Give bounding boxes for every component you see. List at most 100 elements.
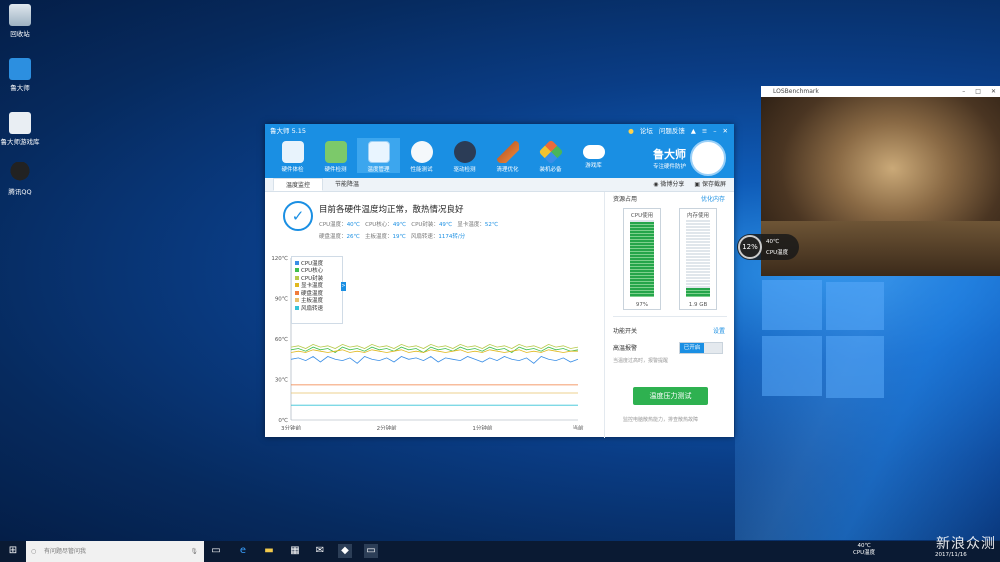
desktop-icon-label: 腾讯QQ [8, 188, 32, 196]
x-tick-label: 3分钟前 [281, 424, 301, 430]
cpu-usage-bar [630, 220, 654, 297]
memory-usage-fill [686, 287, 710, 297]
microphone-icon[interactable]: 🎙 [190, 541, 198, 562]
search-placeholder: 有问题尽管问我 [44, 548, 87, 555]
optimize-memory-link[interactable]: 优化内存 [701, 194, 725, 203]
gamepad-icon [582, 145, 605, 159]
forum-link[interactable]: 论坛 [640, 124, 653, 138]
x-tick-label: 1分钟前 [472, 424, 492, 430]
gamepad-icon [9, 112, 31, 134]
maximize-button[interactable]: □ [975, 86, 981, 97]
tool-hardware-detect[interactable]: 硬件检测 [314, 138, 357, 173]
series-line-0 [290, 356, 579, 364]
weibo-share-link[interactable]: ◉ 微博分享 [653, 178, 684, 191]
mail-icon[interactable]: ✉ [313, 544, 327, 558]
desktop-icon-ludashi-games[interactable]: 鲁大师游戏库 [0, 112, 40, 146]
task-view-icon[interactable]: ▭ [209, 544, 223, 558]
tool-game-library[interactable]: 游戏库 [572, 138, 615, 169]
status-value: 19℃ [392, 234, 406, 240]
high-temp-alarm-toggle[interactable]: 已开启 [679, 342, 723, 354]
tool-label: 清理优化 [496, 167, 519, 173]
speedometer-icon [410, 141, 433, 163]
tab-bar: 温度监控 节能降温 ◉ 微博分享 ▣ 保存截屏 [265, 178, 734, 192]
wallpaper-pane [826, 282, 884, 330]
settings-link[interactable]: 设置 [713, 326, 725, 335]
file-explorer-icon[interactable]: ▬ [262, 544, 276, 558]
legend-swatch [295, 290, 299, 295]
legend-swatch [295, 268, 299, 273]
tool-label: 温度管理 [367, 167, 390, 173]
status-value: 1174转/分 [438, 234, 466, 240]
memory-usage-label: 内存使用 [686, 213, 709, 219]
status-value: 49℃ [438, 222, 453, 228]
tool-cleanup[interactable]: 清理优化 [486, 138, 529, 173]
minimize-button[interactable]: – [713, 124, 716, 138]
store-icon[interactable]: ▦ [288, 544, 302, 558]
y-tick-label: 30℃ [275, 377, 288, 384]
status-title: 目前各硬件温度均正常，散热情况良好 [319, 205, 464, 215]
legend-swatch [295, 260, 299, 265]
tool-hardware-checkup[interactable]: 硬件体检 [271, 138, 314, 173]
close-button[interactable]: ✕ [723, 124, 728, 138]
tool-label: 驱动检测 [453, 167, 476, 173]
tray-cpu-temp[interactable]: 40℃ CPU温度 [853, 543, 875, 557]
desktop-icon-recycle-bin[interactable]: 回收站 [0, 4, 40, 38]
legend-item[interactable]: 风扇转速 [295, 304, 339, 312]
tray-label: CPU温度 [853, 550, 876, 556]
close-button[interactable]: ✕ [991, 86, 996, 97]
desktop-icon-qq[interactable]: 腾讯QQ [0, 162, 40, 196]
status-key: CPU温度： [319, 222, 347, 228]
y-tick-label: 0℃ [278, 417, 288, 424]
memory-usage-bar [686, 220, 710, 297]
camera-icon: ▣ [694, 181, 702, 188]
cpu-usage-fill [630, 222, 654, 297]
coin-icon[interactable]: ● [628, 124, 634, 138]
windows-start-icon[interactable]: ⊞ [6, 544, 20, 558]
mascot-avatar[interactable]: ☺ [690, 140, 726, 176]
tool-label: 硬件检测 [324, 167, 347, 173]
desktop-icon-ludashi[interactable]: 鲁大师 [0, 58, 40, 92]
ludashi-taskbar-icon[interactable]: ◆ [338, 544, 352, 558]
cortana-icon: ○ [31, 548, 37, 555]
minimize-button[interactable]: – [962, 86, 965, 97]
switch-title: 功能开关 [613, 328, 638, 335]
cpu-usage-value: 97% [635, 302, 649, 308]
thermometer-icon [367, 141, 390, 163]
content-area: ✓ 目前各硬件温度均正常，散热情况良好 CPU温度：40℃ CPU核心：49℃ … [265, 192, 734, 438]
benchmark-taskbar-icon[interactable]: ▭ [364, 544, 378, 558]
save-screenshot-link[interactable]: ▣ 保存截屏 [694, 178, 726, 191]
bench-titlebar: LOSBenchmark – □ ✕ [761, 86, 1000, 97]
edge-icon[interactable]: e [236, 544, 250, 558]
stress-test-button[interactable]: 温度压力测试 [633, 387, 708, 405]
tool-performance[interactable]: 性能测试 [400, 138, 443, 173]
legend-swatch [295, 298, 299, 303]
tool-temperature[interactable]: 温度管理 [357, 138, 400, 173]
feedback-link[interactable]: 问题反馈 [659, 124, 685, 138]
tool-essentials[interactable]: 装机必备 [529, 138, 572, 173]
main-toolbar: 硬件体检 硬件检测 温度管理 性能测试 驱动检测 清理优化 装机必备 游戏库 鲁… [265, 138, 734, 178]
taskbar: ⊞ ○ 有问题尽管问我 🎙 ▭ e ▬ ▦ ✉ ◆ ▭ 40℃ CPU温度 20… [0, 541, 1000, 562]
legend-swatch [295, 275, 299, 280]
bench-title: LOSBenchmark [773, 88, 819, 95]
cpu-percent-gauge: 12% [738, 235, 762, 259]
tool-label: 性能测试 [410, 167, 433, 173]
temp-float-widget[interactable]: 12% 40℃ CPU温度 [737, 234, 799, 260]
legend-collapse-button[interactable]: > [341, 282, 346, 291]
tab-energy-saving[interactable]: 节能降温 [323, 178, 371, 191]
tray-temp: 40℃ [857, 543, 871, 549]
legend-swatch [295, 305, 299, 310]
status-value: 52℃ [484, 222, 499, 228]
overlay-temp: 40℃ [766, 239, 780, 245]
tray-date[interactable]: 2017/11/16 [935, 552, 967, 559]
search-box[interactable]: ○ 有问题尽管问我 🎙 [26, 541, 204, 562]
status-line-2: 硬盘温度：26℃ 主板温度：19℃ 风扇转速：1174转/分 [319, 232, 465, 240]
stress-desc: 监控电脑散热能力，排查散热故障 [623, 417, 699, 423]
y-tick-label: 60℃ [275, 336, 288, 343]
tool-driver[interactable]: 驱动检测 [443, 138, 486, 173]
tab-temperature-monitor[interactable]: 温度监控 [273, 178, 324, 191]
status-line-1: CPU温度：40℃ CPU核心：49℃ CPU封装：49℃ 显卡温度：52℃ [319, 220, 498, 228]
chip-icon [324, 141, 347, 163]
brand-name: 鲁大师 [652, 148, 686, 161]
menu-icon[interactable]: ≡ [702, 124, 707, 138]
shirt-icon[interactable]: ▲ [691, 124, 696, 138]
